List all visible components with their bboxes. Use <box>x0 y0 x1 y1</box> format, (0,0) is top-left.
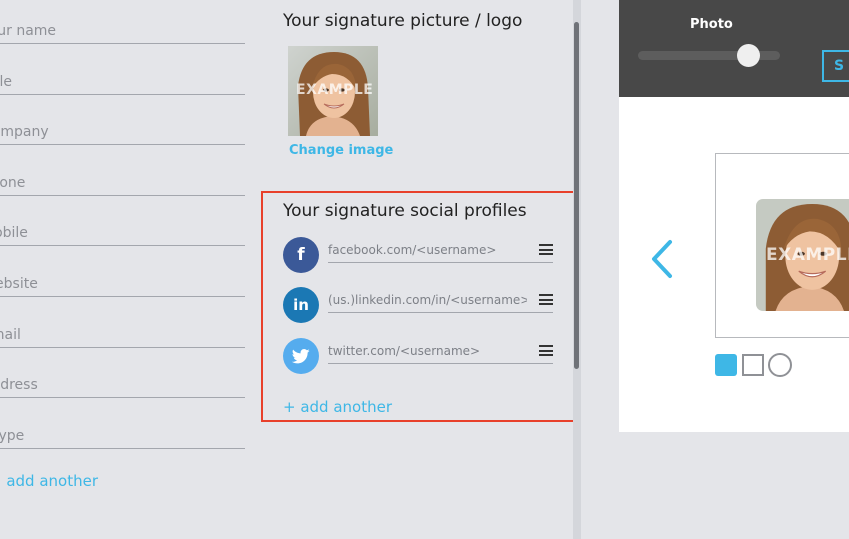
skype-field-wrapper <box>0 425 245 449</box>
company-field[interactable] <box>0 121 244 143</box>
chevron-left-icon[interactable] <box>648 238 678 280</box>
title-field[interactable] <box>0 71 244 93</box>
picture-section-title: Your signature picture / logo <box>283 11 523 31</box>
change-image-link[interactable]: Change image <box>289 143 393 158</box>
drag-handle-icon[interactable] <box>539 345 553 356</box>
facebook-url-input[interactable] <box>328 237 553 263</box>
preview-example-watermark: EXAMPLE <box>766 245 849 265</box>
facebook-icon: f <box>283 237 319 273</box>
shape-rounded-square-option[interactable] <box>715 354 737 376</box>
social-row-facebook: f <box>283 237 555 273</box>
mobile-field-wrapper <box>0 222 245 246</box>
s-button[interactable]: S <box>822 50 849 82</box>
social-section-title: Your signature social profiles <box>283 201 527 221</box>
drag-handle-icon[interactable] <box>539 244 553 255</box>
social-row-twitter <box>283 338 555 374</box>
mobile-field[interactable] <box>0 222 244 244</box>
preview-toolbar <box>619 0 849 97</box>
photo-size-slider-knob[interactable] <box>737 44 760 67</box>
example-watermark: EXAMPLE <box>296 82 374 98</box>
company-field-wrapper <box>0 121 245 145</box>
shape-circle-option[interactable] <box>768 353 792 377</box>
phone-field[interactable] <box>0 172 244 194</box>
linkedin-icon: in <box>283 287 319 323</box>
social-row-linkedin: in <box>283 287 555 323</box>
twitter-bird-glyph <box>292 348 310 363</box>
twitter-url-input[interactable] <box>328 338 553 364</box>
address-field[interactable] <box>0 374 244 396</box>
drag-handle-icon[interactable] <box>539 294 553 305</box>
email-field-wrapper <box>0 324 245 348</box>
email-field[interactable] <box>0 324 244 346</box>
address-field-wrapper <box>0 374 245 398</box>
add-another-field-link[interactable]: + add another <box>0 472 98 490</box>
linkedin-url-input[interactable] <box>328 287 553 313</box>
website-field-wrapper <box>0 273 245 297</box>
signature-photo: EXAMPLE <box>288 46 378 136</box>
website-field[interactable] <box>0 273 244 295</box>
name-field-wrapper <box>0 20 245 44</box>
contact-details-form: + add another <box>0 0 250 539</box>
name-field[interactable] <box>0 20 244 42</box>
scrollbar-thumb[interactable] <box>574 22 579 369</box>
shape-square-option[interactable] <box>742 354 764 376</box>
photo-size-label: Photo <box>690 17 733 32</box>
twitter-icon <box>283 338 319 374</box>
skype-field[interactable] <box>0 425 244 447</box>
title-field-wrapper <box>0 71 245 95</box>
preview-photo: EXAMPLE <box>756 199 849 311</box>
add-another-social-link[interactable]: + add another <box>283 398 392 416</box>
phone-field-wrapper <box>0 172 245 196</box>
